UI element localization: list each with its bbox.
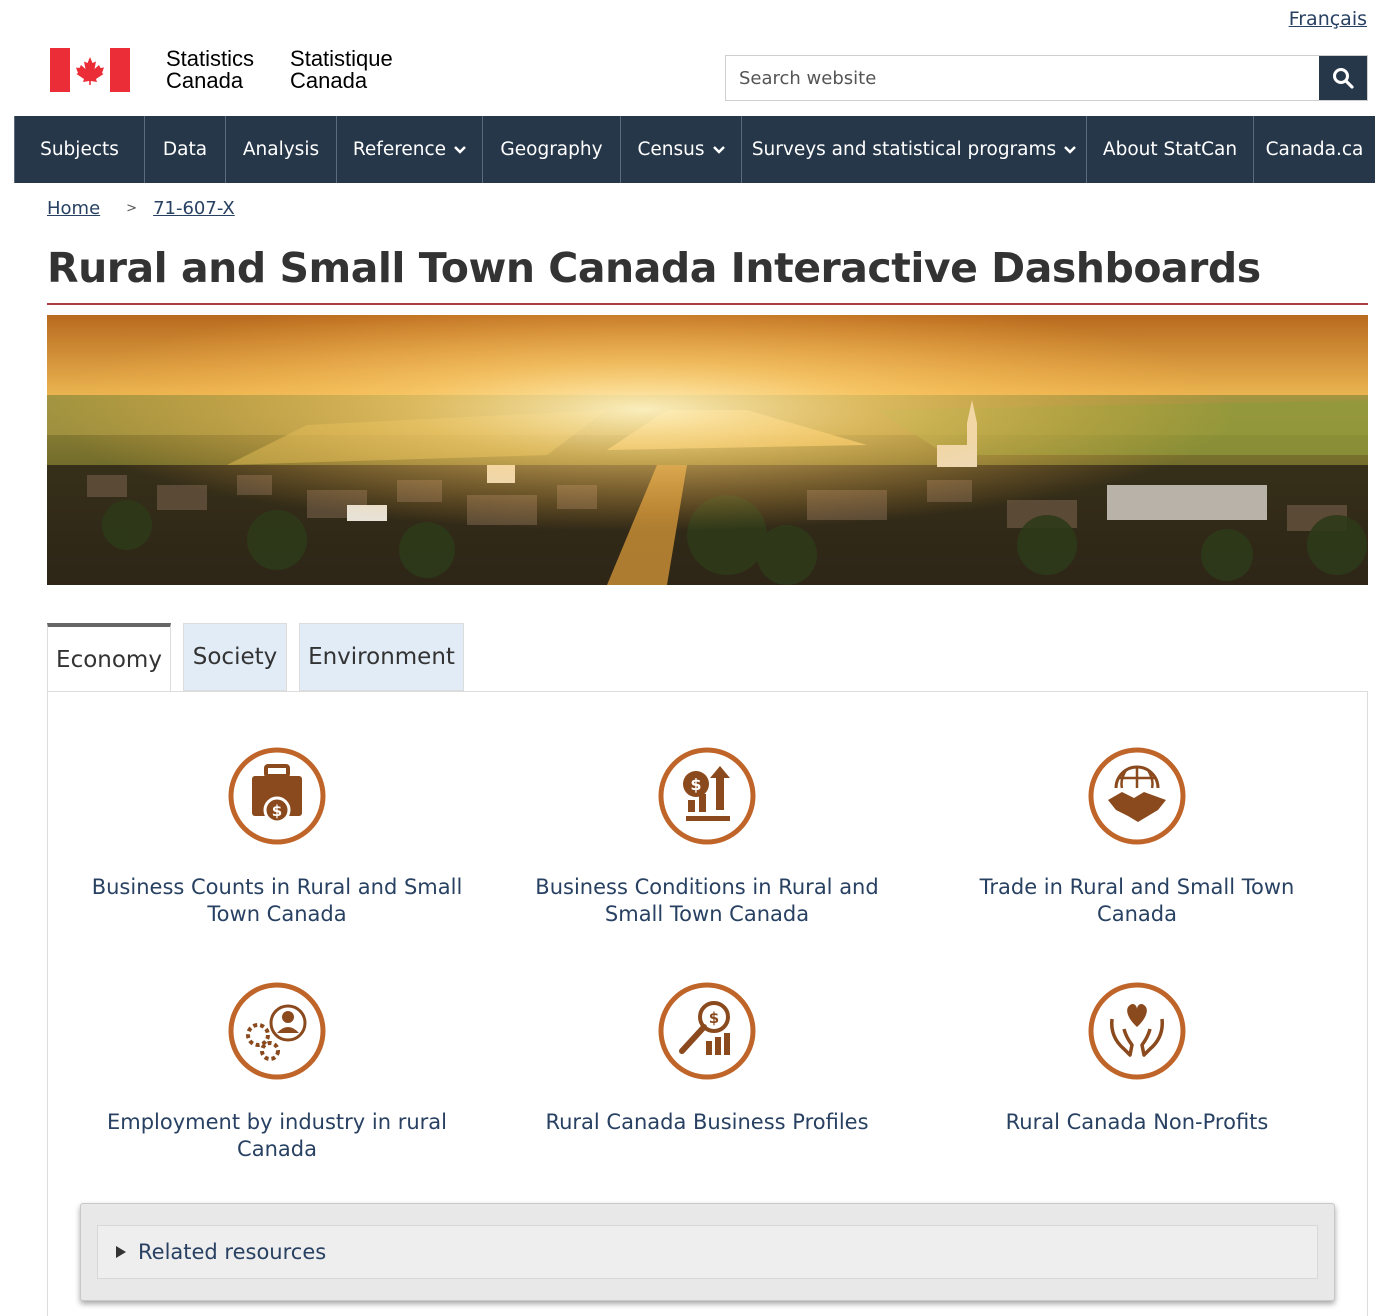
menu-item-subjects[interactable]: Subjects — [14, 116, 144, 183]
tab-label: Society — [192, 644, 278, 670]
breadcrumb-separator: > — [126, 201, 138, 216]
menu-item-label: Geography — [500, 139, 603, 160]
search-icon — [1333, 68, 1354, 89]
card-label[interactable]: Trade in Rural and Small Town Canada — [937, 874, 1337, 928]
menu-item-census[interactable]: Census — [620, 116, 741, 183]
menu-item-label: Surveys and statistical programs — [751, 139, 1057, 160]
related-resources-label: Related resources — [138, 1240, 327, 1264]
dashboard-card-business-profiles[interactable]: $ Rural Canada Business Profiles — [507, 979, 907, 1136]
growth-chart-dollar-icon: $ — [658, 747, 756, 845]
chevron-down-icon — [1064, 145, 1077, 154]
svg-text:$: $ — [709, 1009, 719, 1027]
language-toggle-link[interactable]: Français — [1289, 8, 1367, 30]
canada-flag-icon — [50, 48, 130, 92]
breadcrumb-71-607-x[interactable]: 71-607-X — [153, 198, 235, 219]
search-input[interactable] — [726, 56, 1319, 100]
menu-item-label: Analysis — [242, 139, 320, 160]
tab-economy[interactable]: Economy — [47, 623, 171, 692]
menu-item-canada-ca[interactable]: Canada.ca — [1253, 116, 1375, 183]
menu-item-about-statcan[interactable]: About StatCan — [1086, 116, 1253, 183]
chevron-down-icon — [712, 145, 725, 154]
gears-person-icon — [228, 982, 326, 1080]
menu-item-analysis[interactable]: Analysis — [225, 116, 336, 183]
dashboard-card-employment-by-industry[interactable]: Employment by industry in rural Canada — [77, 979, 477, 1163]
tab-environment[interactable]: Environment — [299, 623, 464, 691]
dashboard-card-trade[interactable]: Trade in Rural and Small Town Canada — [937, 744, 1337, 928]
menu-item-label: About StatCan — [1102, 139, 1238, 160]
card-label[interactable]: Business Counts in Rural and Small Town … — [77, 874, 477, 928]
dashboard-card-business-conditions[interactable]: $ Business Conditions in Rural and Small… — [507, 744, 907, 928]
menu-item-reference[interactable]: Reference — [336, 116, 482, 183]
dashboard-tabs: Economy Society Environment — [47, 623, 464, 692]
menu-item-surveys[interactable]: Surveys and statistical programs — [741, 116, 1086, 183]
chevron-down-icon — [454, 145, 466, 154]
page-title: Rural and Small Town Canada Interactive … — [47, 244, 1261, 292]
menu-item-label: Census — [637, 139, 705, 160]
related-resources-summary[interactable]: Related resources — [97, 1225, 1318, 1279]
card-label[interactable]: Business Conditions in Rural and Small T… — [507, 874, 907, 928]
globe-handshake-icon — [1088, 747, 1186, 845]
goc-signature[interactable]: Statistics Canada Statistique Canada — [50, 48, 393, 92]
magnifier-dollar-chart-icon: $ — [658, 982, 756, 1080]
signature-french: Statistique Canada — [290, 46, 393, 93]
tab-society[interactable]: Society — [183, 623, 287, 691]
search-button[interactable] — [1319, 56, 1367, 100]
menu-item-label: Canada.ca — [1265, 139, 1364, 160]
menu-item-geography[interactable]: Geography — [482, 116, 620, 183]
card-label[interactable]: Employment by industry in rural Canada — [77, 1109, 477, 1163]
main-menu: Subjects Data Analysis Reference Geograp… — [14, 116, 1375, 183]
hero-banner-image — [47, 315, 1368, 585]
svg-text:$: $ — [690, 775, 701, 794]
menu-item-label: Data — [162, 139, 208, 160]
title-underline — [47, 303, 1368, 305]
tab-label: Environment — [308, 644, 455, 670]
search-box — [725, 55, 1368, 101]
breadcrumb: Home > 71-607-X — [47, 198, 235, 219]
hands-heart-icon — [1088, 982, 1186, 1080]
dashboard-card-business-counts[interactable]: $ Business Counts in Rural and Small Tow… — [77, 744, 477, 928]
menu-item-label: Subjects — [40, 139, 119, 160]
menu-item-label: Reference — [352, 139, 447, 160]
svg-text:$: $ — [272, 802, 282, 820]
breadcrumb-home[interactable]: Home — [47, 198, 100, 219]
menu-item-data[interactable]: Data — [144, 116, 225, 183]
dashboard-card-non-profits[interactable]: Rural Canada Non-Profits — [937, 979, 1337, 1136]
signature-english: Statistics Canada — [166, 46, 255, 93]
related-resources-details: Related resources — [80, 1203, 1335, 1301]
tab-label: Economy — [56, 646, 162, 673]
caret-right-icon — [116, 1246, 126, 1258]
briefcase-dollar-icon: $ — [228, 747, 326, 845]
card-label[interactable]: Rural Canada Non-Profits — [937, 1109, 1337, 1136]
card-label[interactable]: Rural Canada Business Profiles — [507, 1109, 907, 1136]
